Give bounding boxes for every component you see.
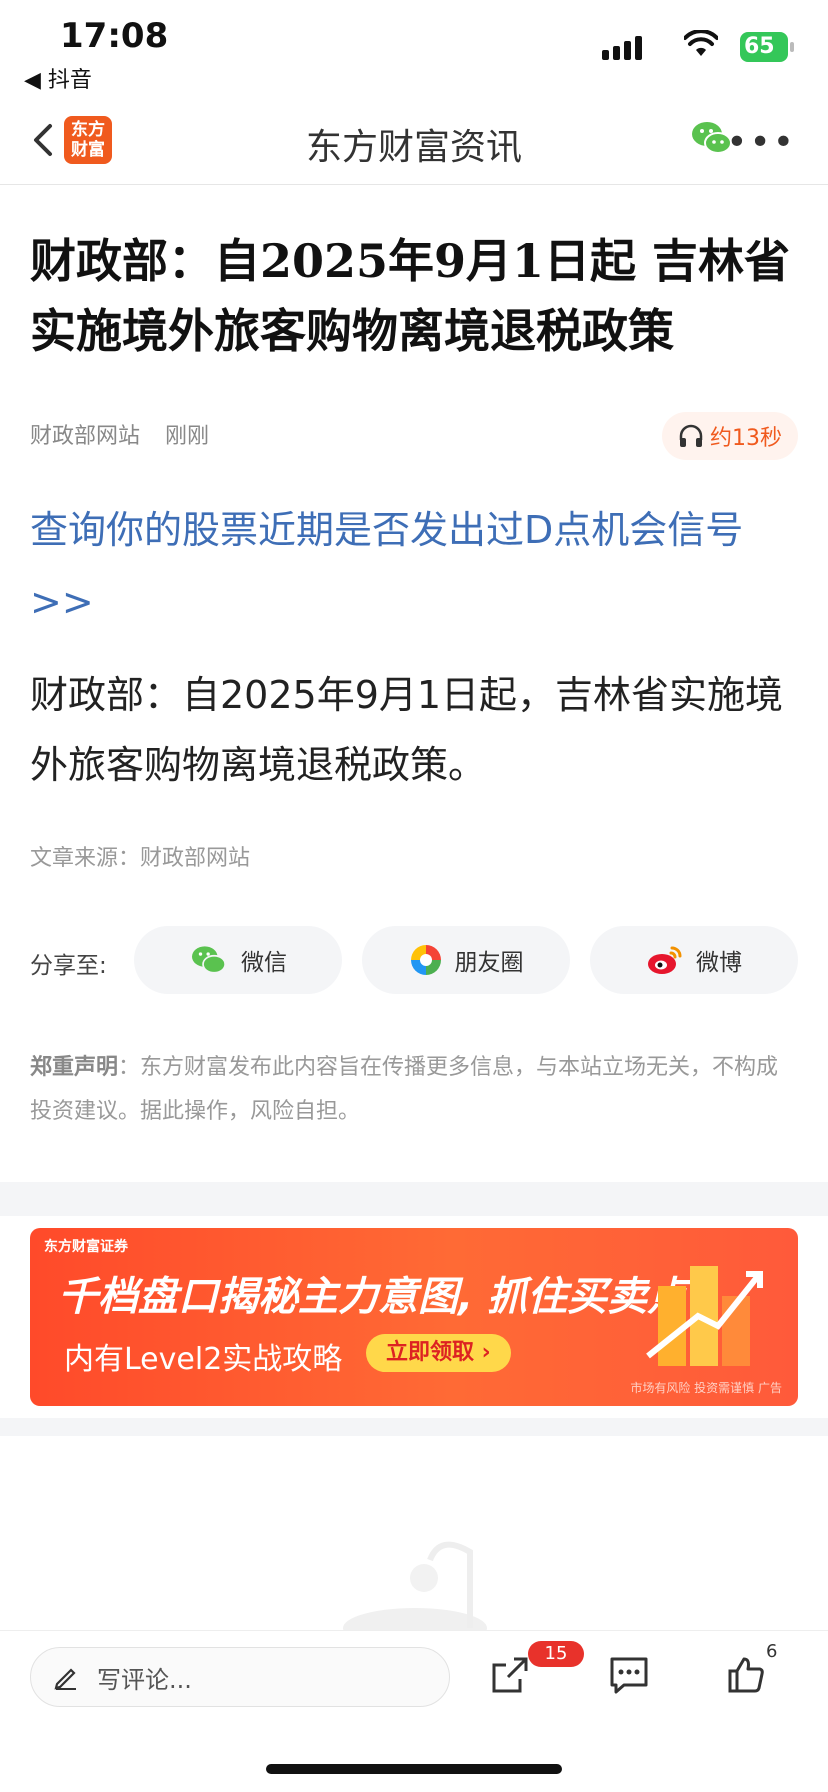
comment-placeholder: 写评论... [97, 1665, 192, 1694]
ad-subtitle: 内有Level2实战攻略 [64, 1342, 343, 1377]
disclaimer-text: ：东方财富发布此内容旨在传播更多信息，与本站立场无关，不构成投资建议。据此操作，… [30, 1055, 779, 1124]
back-to-app-link[interactable]: ◀ 抖音 [24, 62, 92, 94]
share-icon[interactable] [490, 1655, 530, 1695]
ad-risk-notice: 市场有风险 投资需谨慎 广告 [630, 1381, 782, 1395]
section-divider-2 [0, 1418, 828, 1436]
wechat-icon [192, 946, 227, 974]
thumbs-up-icon[interactable] [726, 1655, 766, 1695]
like-count: 6 [766, 1641, 778, 1662]
article-headline: 财政部：自2025年9月1日起 吉林省实施境外旅客购物离境退税政策 [30, 234, 791, 358]
comment-input[interactable]: 写评论... [30, 1647, 450, 1707]
ad-cta-button[interactable]: 立即领取 › [366, 1334, 511, 1372]
weibo-icon [648, 946, 682, 974]
share-wechat-label: 微信 [241, 950, 287, 976]
article-header: 财政部：自2025年9月1日起 吉林省实施境外旅客购物离境退税政策 [30, 226, 798, 366]
home-indicator [266, 1764, 562, 1774]
article-source: 财政部网站 [30, 424, 141, 449]
ad-title: 千档盘口揭秘主力意图, 抓住买卖点 [58, 1274, 688, 1320]
status-time: 17:08 [60, 16, 169, 56]
share-row: 分享至: 微信 朋友圈 微博 [30, 926, 800, 994]
battery-indicator: 65 [740, 32, 794, 62]
promo-link[interactable]: 查询你的股票近期是否发出过D点机会信号>> [30, 494, 798, 638]
section-divider [0, 1182, 828, 1216]
share-weibo-label: 微博 [696, 950, 742, 976]
article-body: 财政部：自2025年9月1日起，吉林省实施境外旅客购物离境退税政策。 [30, 673, 784, 787]
article-source-line: 文章来源：财政部网站 [30, 846, 251, 871]
share-moments-button[interactable]: 朋友圈 [362, 926, 570, 994]
status-bar: 17:08 ◀ 抖音 65 [0, 0, 828, 100]
ad-brand: 东方财富证券 [44, 1239, 128, 1255]
comment-icon[interactable] [608, 1655, 650, 1695]
moments-icon [410, 945, 441, 975]
disclaimer-title: 郑重声明 [30, 1055, 119, 1080]
more-options-icon[interactable]: ••• [726, 122, 796, 163]
share-weibo-button[interactable]: 微博 [590, 926, 798, 994]
cellular-signal-icon [602, 36, 642, 60]
wifi-icon [684, 30, 718, 56]
article-meta: 财政部网站 刚刚 [30, 418, 227, 450]
share-label: 分享至: [30, 953, 107, 979]
headphones-icon [679, 424, 703, 447]
article-time: 刚刚 [165, 424, 210, 449]
disclaimer: 郑重声明：东方财富发布此内容旨在传播更多信息，与本站立场无关，不构成投资建议。据… [30, 1046, 798, 1134]
loading-placeholder-icon [343, 1541, 487, 1630]
share-count-badge: 15 [528, 1641, 584, 1667]
share-wechat-button[interactable]: 微信 [134, 926, 342, 994]
nav-bar: 东方 财富 东方财富资讯 ••• [0, 100, 828, 185]
bottom-action-bar: 写评论... 15 6 [0, 1630, 828, 1731]
share-moments-label: 朋友圈 [454, 950, 524, 976]
ad-chart-illustration-icon [646, 1266, 763, 1366]
pencil-icon [54, 1668, 76, 1690]
ad-banner[interactable]: 东方财富证券 千档盘口揭秘主力意图, 抓住买卖点 内有Level2实战攻略 立即… [30, 1228, 798, 1406]
listen-duration: 约13秒 [710, 426, 782, 451]
listen-button[interactable]: 约13秒 [662, 412, 798, 460]
